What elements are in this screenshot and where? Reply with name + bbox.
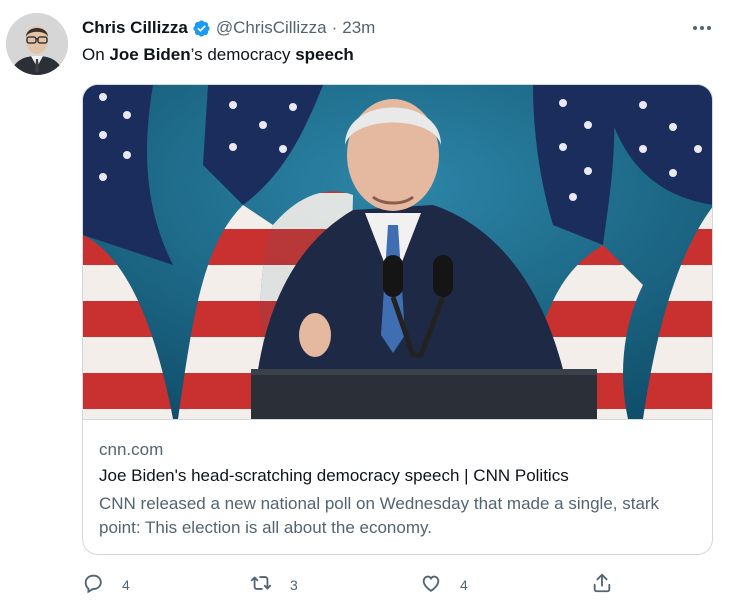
like-button[interactable]: 4 [420, 571, 468, 599]
tweet-text: On Joe Biden’s democracy speech [82, 45, 354, 65]
share-button[interactable] [591, 571, 613, 599]
like-icon [420, 572, 442, 599]
like-count: 4 [460, 577, 468, 593]
tweet-text-part: ’s democracy [190, 45, 296, 64]
reply-icon [82, 572, 104, 599]
author-handle[interactable]: @ChrisCillizza [216, 18, 327, 38]
tweet[interactable]: Chris Cillizza @ChrisCillizza · 23m On J… [0, 0, 740, 612]
card-description: CNN released a new national poll on Wedn… [99, 494, 660, 537]
card-image [83, 85, 712, 419]
card-title[interactable]: Joe Biden's head-scratching democracy sp… [99, 466, 569, 486]
reply-count: 4 [122, 577, 130, 593]
tweet-text-bold: speech [295, 45, 354, 64]
link-card[interactable]: cnn.com Joe Biden's head-scratching demo… [82, 84, 713, 555]
tweet-header: Chris Cillizza @ChrisCillizza · 23m [82, 17, 375, 39]
retweet-button[interactable]: 3 [250, 571, 298, 599]
reply-button[interactable]: 4 [82, 571, 130, 599]
card-domain: cnn.com [99, 440, 164, 459]
separator-dot: · [331, 18, 338, 37]
more-icon[interactable] [689, 18, 715, 38]
author-name[interactable]: Chris Cillizza [82, 18, 188, 38]
avatar[interactable] [6, 13, 68, 75]
card-divider [83, 419, 712, 420]
verified-badge-icon [192, 19, 211, 38]
timestamp[interactable]: 23m [342, 18, 375, 38]
retweet-icon [250, 572, 272, 599]
share-icon [591, 572, 613, 599]
retweet-count: 3 [290, 577, 298, 593]
tweet-actions: 4 3 4 [82, 571, 713, 599]
tweet-text-bold: Joe Biden [109, 45, 191, 64]
tweet-text-part: On [82, 45, 110, 64]
